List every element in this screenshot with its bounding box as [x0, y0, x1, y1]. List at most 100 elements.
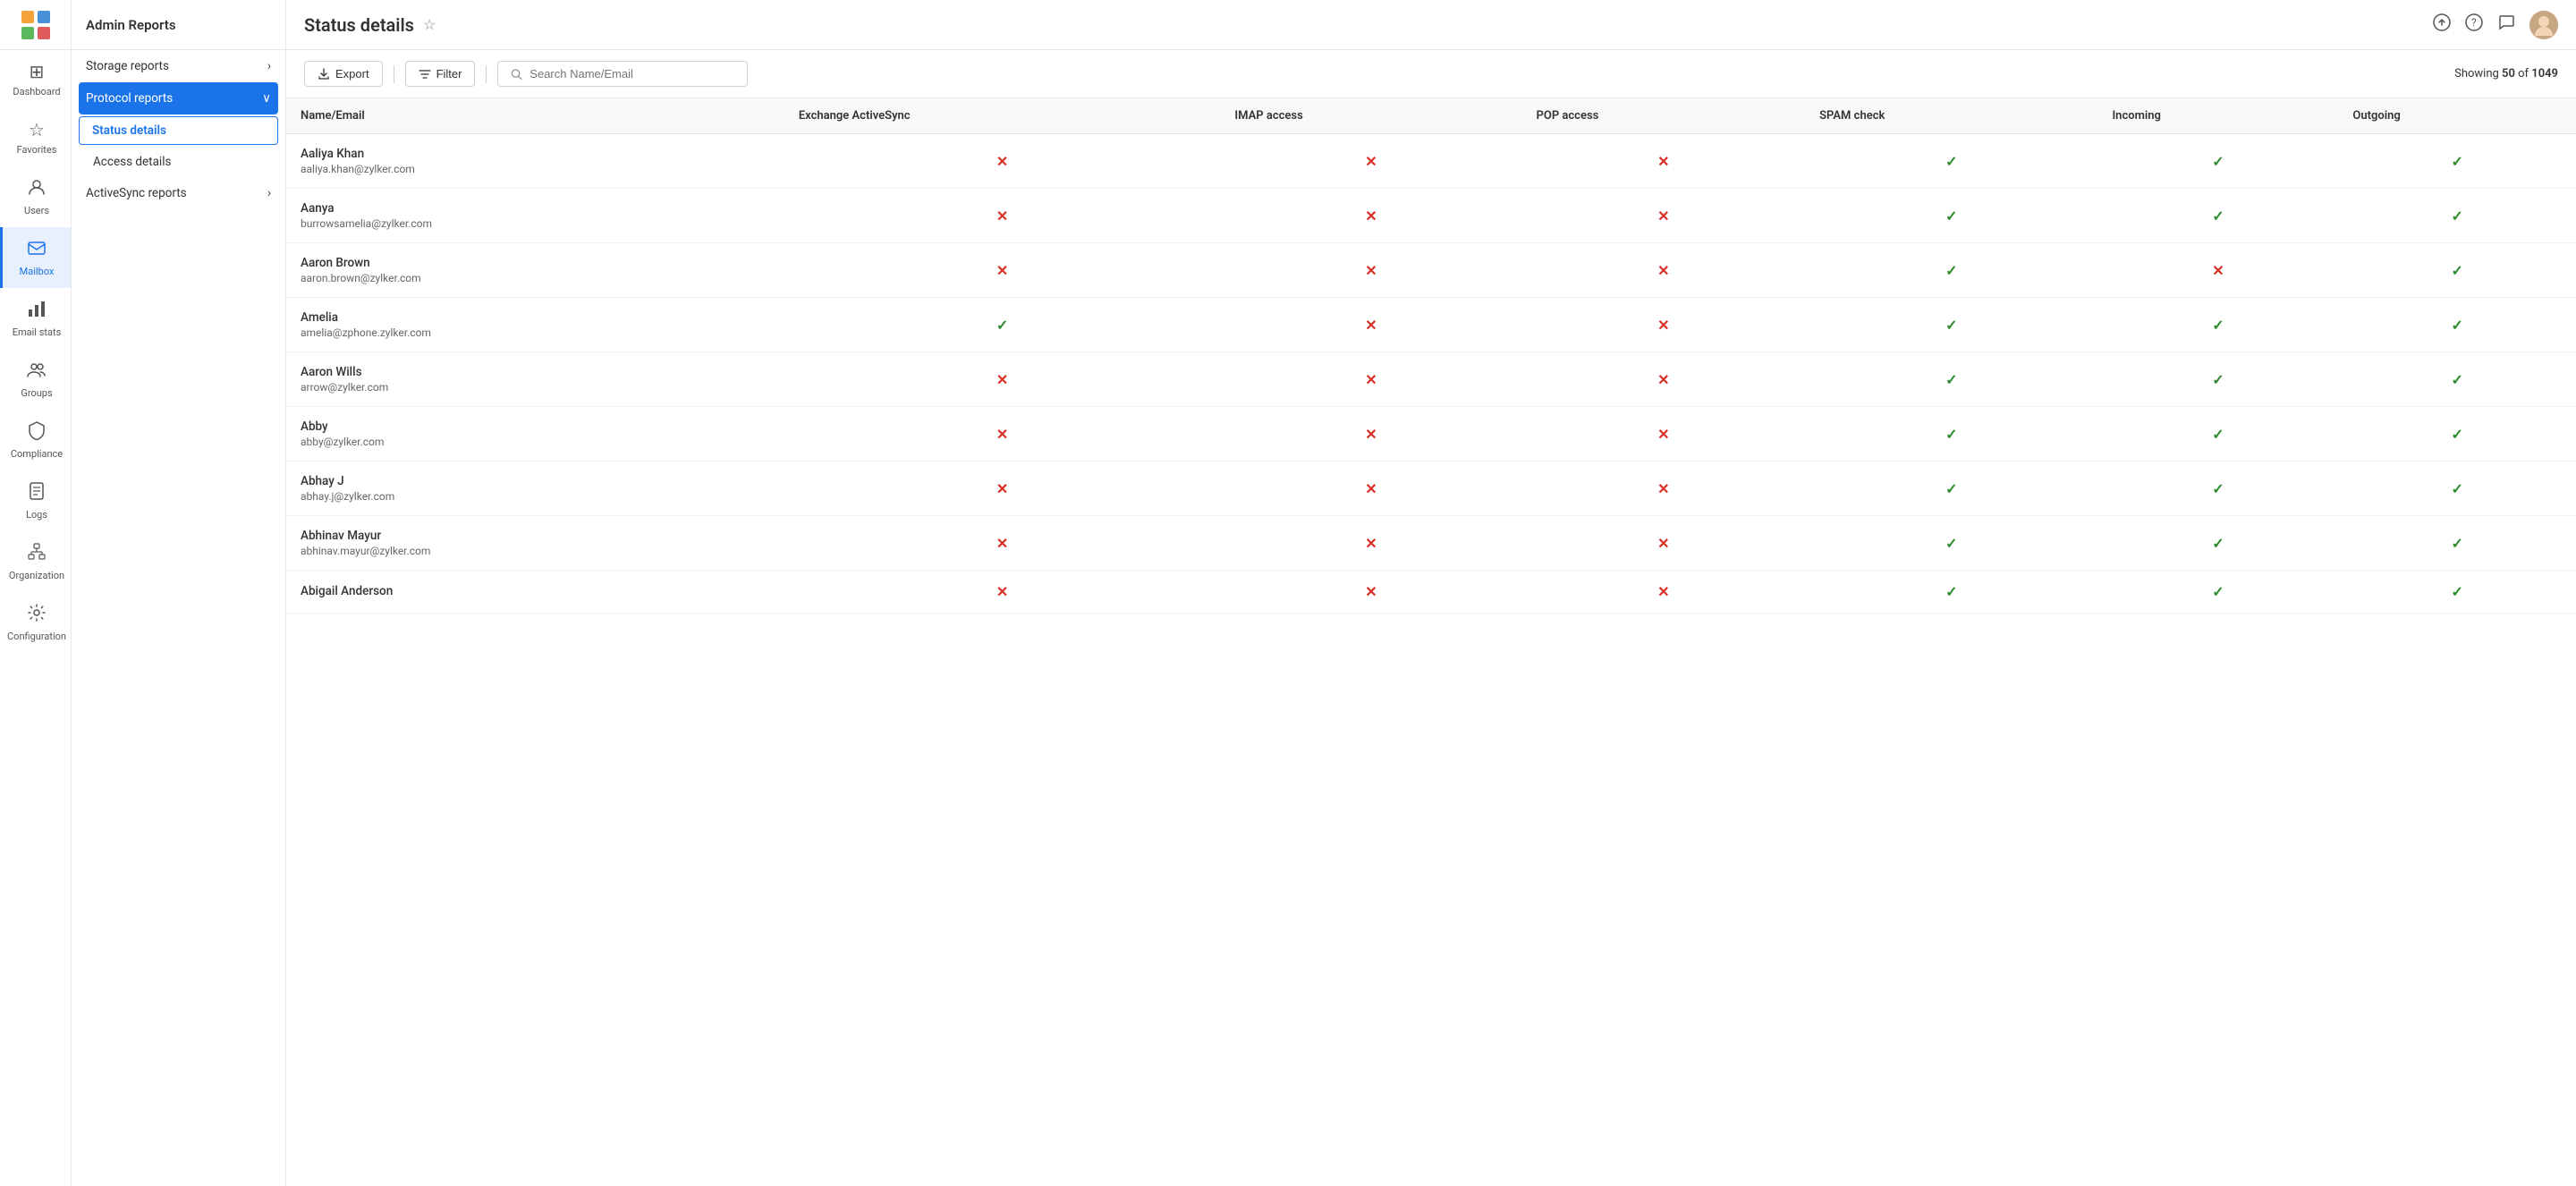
check-icon: ✓: [2451, 153, 2462, 170]
compliance-icon: [27, 420, 47, 445]
favorites-label: Favorites: [17, 144, 57, 156]
upload-icon[interactable]: [2433, 13, 2451, 36]
cross-icon: ✕: [1365, 153, 1377, 170]
chat-icon[interactable]: [2497, 13, 2515, 36]
cell-spam: ✓: [1805, 462, 2097, 516]
table-row: Abhay Jabhay.j@zylker.com✕✕✕✓✓✓: [286, 462, 2576, 516]
sidebar-item-logs[interactable]: Logs: [0, 470, 71, 531]
cross-icon: ✕: [996, 480, 1008, 497]
sidebar-item-groups[interactable]: Groups: [0, 349, 71, 410]
user-name: Abhinav Mayur: [301, 529, 770, 543]
cell-eas: ✕: [784, 134, 1221, 189]
cross-icon: ✕: [2212, 262, 2224, 279]
sidebar-protocol-reports[interactable]: Protocol reports ∨: [79, 82, 278, 114]
check-icon: ✓: [2451, 480, 2462, 497]
main-content: Status details ☆ ?: [286, 0, 2576, 1186]
cell-user: Aaron Willsarrow@zylker.com: [286, 352, 784, 407]
sidebar-activesync-reports[interactable]: ActiveSync reports ›: [72, 177, 285, 209]
activesync-reports-label: ActiveSync reports: [86, 186, 187, 200]
cell-spam: ✓: [1805, 352, 2097, 407]
top-bar-left: Status details ☆: [304, 14, 436, 36]
cell-user: Abhinav Mayur abhinav.mayur@zylker.com: [286, 516, 784, 571]
cell-imap: ✕: [1220, 571, 1521, 614]
groups-label: Groups: [21, 387, 52, 399]
cross-icon: ✕: [1657, 262, 1669, 279]
cell-incoming: ✓: [2097, 134, 2338, 189]
user-name: Abigail Anderson: [301, 584, 770, 598]
check-icon: ✓: [2451, 583, 2462, 600]
check-icon: ✓: [2451, 208, 2462, 224]
col-spam-check: SPAM check: [1805, 98, 2097, 134]
mailbox-icon: [27, 238, 47, 262]
cell-eas: ✕: [784, 516, 1221, 571]
user-avatar[interactable]: [2529, 11, 2558, 39]
user-name: Aaron Wills: [301, 365, 770, 379]
user-name: Abby: [301, 419, 770, 434]
protocol-reports-arrow: ∨: [262, 91, 271, 106]
search-input[interactable]: [530, 67, 734, 80]
svg-text:?: ?: [2471, 16, 2477, 29]
cross-icon: ✕: [1657, 480, 1669, 497]
sidebar-item-organization[interactable]: Organization: [0, 531, 71, 592]
sidebar-item-email-stats[interactable]: Email stats: [0, 288, 71, 349]
cross-icon: ✕: [996, 208, 1008, 224]
groups-icon: [27, 360, 47, 384]
table-row: Aaron Willsarrow@zylker.com✕✕✕✓✓✓: [286, 352, 2576, 407]
check-icon: ✓: [1945, 317, 1957, 334]
sidebar-item-mailbox[interactable]: Mailbox: [0, 227, 71, 288]
configuration-label: Configuration: [7, 631, 66, 642]
access-details-label: Access details: [93, 155, 171, 169]
cross-icon: ✕: [1657, 317, 1669, 334]
cross-icon: ✕: [1365, 317, 1377, 334]
status-table: Name/Email Exchange ActiveSync IMAP acce…: [286, 98, 2576, 614]
user-name: Abhay J: [301, 474, 770, 488]
cell-eas: ✕: [784, 352, 1221, 407]
cross-icon: ✕: [996, 426, 1008, 443]
cell-imap: ✕: [1220, 189, 1521, 243]
cell-outgoing: ✓: [2338, 298, 2576, 352]
cell-incoming: ✓: [2097, 189, 2338, 243]
user-email: aaron.brown@zylker.com: [301, 272, 770, 284]
cross-icon: ✕: [996, 153, 1008, 170]
toolbar-left: Export Filter: [304, 61, 748, 87]
table-row: Abbyabby@zylker.com✕✕✕✓✓✓: [286, 407, 2576, 462]
compliance-label: Compliance: [11, 448, 63, 460]
col-outgoing: Outgoing: [2338, 98, 2576, 134]
page-title: Status details: [304, 14, 414, 36]
sidebar-access-details[interactable]: Access details: [72, 147, 285, 177]
col-pop-access: POP access: [1522, 98, 1806, 134]
favorite-star-icon[interactable]: ☆: [423, 16, 436, 33]
cell-pop: ✕: [1522, 243, 1806, 298]
check-icon: ✓: [2212, 426, 2224, 443]
cell-outgoing: ✓: [2338, 516, 2576, 571]
check-icon: ✓: [2451, 426, 2462, 443]
help-icon[interactable]: ?: [2465, 13, 2483, 36]
sidebar-item-dashboard[interactable]: ⊞ Dashboard: [0, 50, 71, 108]
sidebar-item-favorites[interactable]: ☆ Favorites: [0, 108, 71, 166]
sidebar-item-configuration[interactable]: Configuration: [0, 592, 71, 653]
search-box[interactable]: [497, 61, 748, 87]
app-logo: [0, 0, 72, 50]
cell-pop: ✕: [1522, 134, 1806, 189]
filter-button[interactable]: Filter: [405, 61, 476, 87]
cell-outgoing: ✓: [2338, 189, 2576, 243]
cell-incoming: ✓: [2097, 352, 2338, 407]
cell-imap: ✕: [1220, 134, 1521, 189]
sidebar-item-compliance[interactable]: Compliance: [0, 410, 71, 470]
user-email: abhinav.mayur@zylker.com: [301, 545, 770, 557]
check-icon: ✓: [2451, 371, 2462, 388]
filter-icon: [419, 68, 431, 80]
check-icon: ✓: [2212, 480, 2224, 497]
check-icon: ✓: [1945, 153, 1957, 170]
cell-incoming: ✕: [2097, 243, 2338, 298]
sidebar-storage-reports[interactable]: Storage reports ›: [72, 50, 285, 82]
cell-imap: ✕: [1220, 352, 1521, 407]
storage-reports-label: Storage reports: [86, 59, 169, 73]
table-row: Aaron Brownaaron.brown@zylker.com✕✕✕✓✕✓: [286, 243, 2576, 298]
sidebar-item-users[interactable]: Users: [0, 166, 71, 227]
col-incoming: Incoming: [2097, 98, 2338, 134]
sidebar-status-details[interactable]: Status details: [79, 116, 278, 145]
export-button[interactable]: Export: [304, 61, 383, 87]
cell-incoming: ✓: [2097, 462, 2338, 516]
cell-user: Ameliaamelia@zphone.zylker.com: [286, 298, 784, 352]
